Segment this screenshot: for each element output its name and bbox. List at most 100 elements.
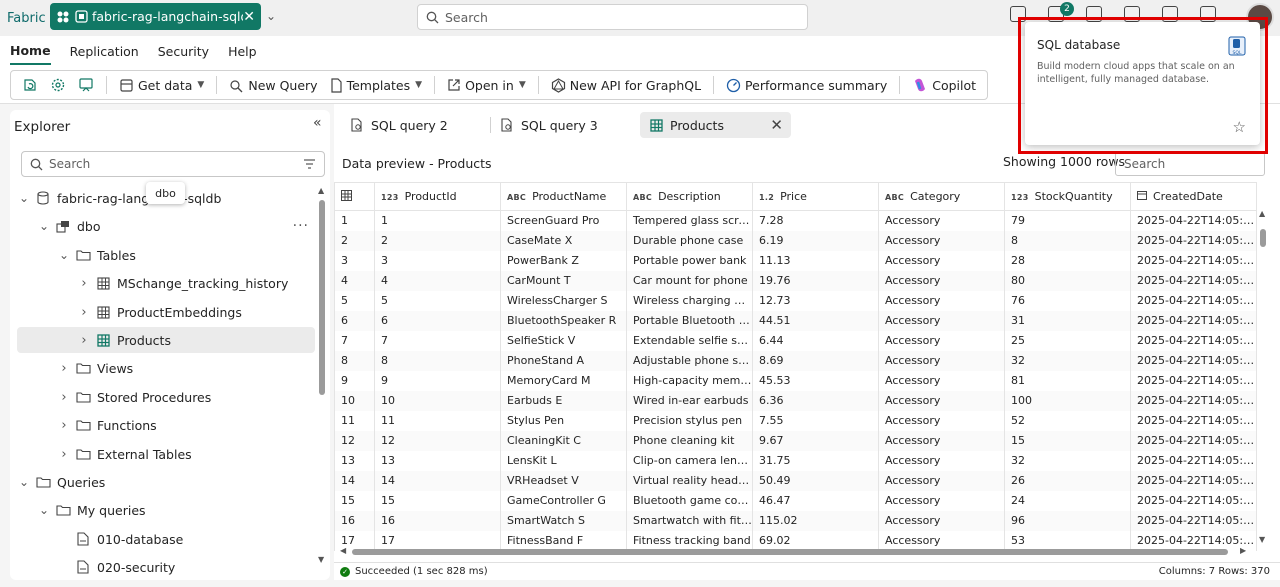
table-row[interactable]: 1515GameController GBluetooth game contr… xyxy=(334,490,1257,511)
collapse-panel-icon[interactable]: « xyxy=(313,115,322,131)
chevron-right-icon[interactable]: › xyxy=(77,276,91,291)
tree-item[interactable]: › MSchange_tracking_history xyxy=(17,270,315,296)
templates-button[interactable]: Templates ▼ xyxy=(327,78,425,93)
get-data-button[interactable]: Get data ▼ xyxy=(116,78,207,93)
chevron-right-icon[interactable]: › xyxy=(57,447,71,462)
tree-item[interactable]: ⌄ dbo ··· xyxy=(17,213,315,239)
column-header[interactable]: ABC ProductName xyxy=(500,182,627,211)
tab-home[interactable]: Home xyxy=(10,37,51,65)
row-number: 3 xyxy=(334,250,375,271)
table-row[interactable]: 3 3 PowerBank Z Portable power bank 11.13 Acc… xyxy=(334,250,1257,271)
tree-item[interactable]: ⌄ My queries xyxy=(17,497,315,523)
column-header[interactable]: ABC Category xyxy=(878,182,1005,211)
tab-security[interactable]: Security xyxy=(158,38,209,64)
tree-item[interactable]: › Functions xyxy=(17,412,315,438)
chevron-down-icon[interactable]: ⌄ xyxy=(17,475,31,489)
filter-icon[interactable] xyxy=(303,158,316,170)
grid-search-input[interactable]: Search xyxy=(1115,152,1265,176)
scroll-right-icon[interactable]: ▶ xyxy=(1240,546,1246,555)
chevron-down-icon[interactable]: ⌄ xyxy=(266,9,276,23)
table-row[interactable]: 7 7 SelfieStick V Extendable selfie stick 6.… xyxy=(334,330,1257,351)
tab-sql-query-3[interactable]: SQL query 3 xyxy=(490,112,630,138)
chevron-down-icon[interactable]: ⌄ xyxy=(37,219,51,233)
tree-item[interactable]: › External Tables xyxy=(17,441,315,467)
table-row[interactable]: 11ScreenGuard ProTempered glass screen .… xyxy=(334,210,1257,231)
tree-item[interactable]: › Products xyxy=(17,327,315,353)
scroll-thumb[interactable] xyxy=(1260,229,1266,247)
scroll-up-icon[interactable]: ▲ xyxy=(1259,209,1265,218)
performance-summary-button[interactable]: Performance summary xyxy=(723,78,890,93)
chevron-right-icon[interactable]: › xyxy=(57,361,71,376)
more-options-icon[interactable]: ··· xyxy=(293,218,309,234)
refresh-button[interactable] xyxy=(19,77,41,93)
global-search-input[interactable]: Search xyxy=(417,4,808,30)
chevron-down-icon[interactable]: ⌄ xyxy=(17,191,31,205)
table-row[interactable]: 99MemoryCard MHigh-capacity memory ...45… xyxy=(334,370,1257,391)
table-cell: Accessory xyxy=(878,250,1005,271)
table-cell: 1 xyxy=(374,210,501,231)
tree-item[interactable]: › Views xyxy=(17,355,315,381)
table-row[interactable]: 12 12 CleaningKit C Phone cleaning kit 9.67 A… xyxy=(334,430,1257,451)
tab-products[interactable]: Products ✕ xyxy=(640,112,791,138)
table-row[interactable]: 5 5 WirelessCharger S Wireless charging pad… xyxy=(334,290,1257,311)
column-header[interactable]: 123 StockQuantity xyxy=(1004,182,1131,211)
table-row[interactable]: 8 8 PhoneStand A Adjustable phone stand 8.69… xyxy=(334,350,1257,371)
scroll-thumb[interactable] xyxy=(352,549,1228,555)
scroll-down-icon[interactable]: ▼ xyxy=(1259,535,1265,544)
scroll-down-icon[interactable]: ▼ xyxy=(318,555,324,564)
mirror-button[interactable] xyxy=(75,77,97,93)
chevron-right-icon[interactable]: › xyxy=(57,390,71,405)
table-cell: 7 xyxy=(374,330,501,351)
table-row[interactable]: 14 14 VRHeadset V Virtual reality headset 50… xyxy=(334,470,1257,491)
close-icon[interactable]: ✕ xyxy=(770,116,783,134)
scroll-up-icon[interactable]: ▲ xyxy=(318,186,324,195)
scroll-left-icon[interactable]: ◀ xyxy=(340,546,346,555)
tree-item-label: ProductEmbeddings xyxy=(117,304,242,320)
tab-replication[interactable]: Replication xyxy=(70,38,139,64)
chevron-down-icon[interactable]: ⌄ xyxy=(57,248,71,262)
table-cell: 19.76 xyxy=(752,270,879,291)
item-tab[interactable]: fabric-rag-langchain-sqldb ✕ xyxy=(50,3,261,30)
open-in-button[interactable]: Open in ▼ xyxy=(444,78,529,93)
explorer-search-input[interactable]: Search xyxy=(21,151,325,177)
explorer-scrollbar[interactable] xyxy=(319,200,325,395)
brand-label[interactable]: Fabric xyxy=(7,11,47,26)
table-row[interactable]: 11 11 Stylus Pen Precision stylus pen 7.55 Ac… xyxy=(334,410,1257,431)
tab-help[interactable]: Help xyxy=(228,38,257,64)
column-header[interactable]: CreatedDate xyxy=(1130,182,1257,211)
column-type-icon xyxy=(1137,191,1147,202)
tree-item[interactable]: › ProductEmbeddings xyxy=(17,299,315,325)
tree-item[interactable]: ⌄ Tables xyxy=(17,242,315,268)
table-row[interactable]: 4 4 CarMount T Car mount for phone 19.76 Acce… xyxy=(334,270,1257,291)
document-icon xyxy=(330,77,342,93)
chevron-right-icon[interactable]: › xyxy=(57,418,71,433)
column-header[interactable]: ABC Description xyxy=(626,182,753,211)
tree-item[interactable]: 010-database xyxy=(17,526,315,552)
settings-button[interactable] xyxy=(47,77,69,93)
table-row[interactable]: 2 2 CaseMate X Durable phone case 6.19 Access… xyxy=(334,230,1257,251)
new-graphql-api-button[interactable]: New API for GraphQL xyxy=(548,78,704,93)
grid-horizontal-scrollbar[interactable]: ◀ ▶ xyxy=(340,546,1250,557)
column-header[interactable]: 123 ProductId xyxy=(374,182,501,211)
new-query-button[interactable]: New Query xyxy=(226,78,320,93)
table-row[interactable]: 13 13 LensKit L Clip-on camera lens kit 31.7… xyxy=(334,450,1257,471)
performance-label: Performance summary xyxy=(745,77,888,93)
table-cell: 2 xyxy=(374,230,501,251)
table-row[interactable]: 10 10 Earbuds E Wired in-ear earbuds 6.36 Acc… xyxy=(334,390,1257,411)
table-cell: Precision stylus pen xyxy=(626,410,753,431)
tree-item[interactable]: 020-security xyxy=(17,554,315,580)
copilot-button[interactable]: Copilot xyxy=(909,77,979,93)
tree-item[interactable]: › Stored Procedures xyxy=(17,384,315,410)
tree-item[interactable]: ⌄ Queries xyxy=(17,469,315,495)
table-row[interactable]: 1616SmartWatch SSmartwatch with fitness.… xyxy=(334,510,1257,531)
table-row[interactable]: 6 6 BluetoothSpeaker R Portable Bluetooth s… xyxy=(334,310,1257,331)
chevron-right-icon[interactable]: › xyxy=(77,305,91,320)
tab-sql-query-2[interactable]: SQL query 2 xyxy=(340,112,480,138)
chevron-down-icon[interactable]: ⌄ xyxy=(37,503,51,517)
grid-corner[interactable] xyxy=(334,182,375,211)
chevron-right-icon[interactable]: › xyxy=(77,333,91,348)
table-cell: CarMount T xyxy=(500,270,627,291)
column-header[interactable]: 1.2 Price xyxy=(752,182,879,211)
grid-vertical-scrollbar[interactable]: ▲ ▼ xyxy=(1258,209,1268,545)
close-icon[interactable]: ✕ xyxy=(243,9,255,25)
